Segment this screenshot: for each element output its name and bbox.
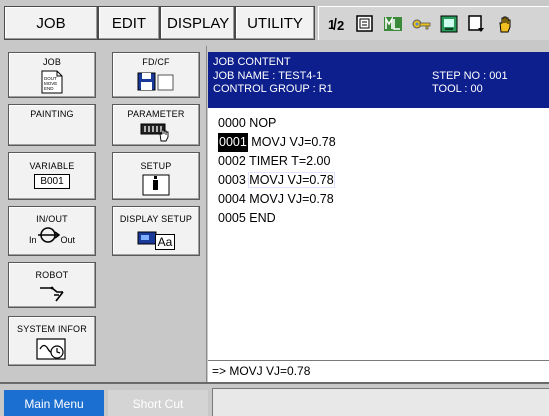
floppy-disk-icon (137, 72, 174, 91)
display-setup-menu-label: DISPLAY SETUP (119, 214, 193, 224)
line-number: 0005 (218, 211, 246, 225)
menu-utility-button[interactable]: UTILITY (235, 6, 315, 40)
robot-menu-button[interactable]: ROBOT (8, 262, 96, 308)
menu-display-button[interactable]: DISPLAY (160, 6, 235, 40)
inout-menu-button[interactable]: IN/OUT In Out (8, 206, 96, 256)
display-setup-menu-button[interactable]: DISPLAY SETUP Aa (112, 206, 200, 256)
step-no: STEP NO : 001 (432, 69, 508, 82)
line-number: 0004 (218, 192, 246, 206)
main-menu-button[interactable]: Main Menu (4, 390, 104, 416)
system-info-icon (36, 338, 66, 360)
line-number: 0002 (218, 154, 246, 168)
inout-menu-label: IN/OUT (36, 214, 68, 224)
job-document-icon: DOUT MOVE END (41, 70, 63, 94)
job-menu-label: JOB (42, 57, 62, 67)
status-display-icon[interactable] (355, 14, 375, 34)
variable-value-box: B001 (34, 174, 70, 189)
parameter-icon (140, 123, 169, 142)
setup-menu-label: SETUP (140, 161, 172, 171)
job-line[interactable]: 0005 END (218, 209, 336, 228)
line-instruction: MOVJ VJ=0.78 (251, 135, 336, 149)
painting-menu-label: PAINTING (30, 109, 74, 119)
line-number: 0000 (218, 116, 246, 130)
bottom-bar: Main Menu Short Cut (0, 382, 549, 416)
in-out-icon (37, 227, 60, 243)
menu-edit-button[interactable]: EDIT (98, 6, 160, 40)
tool-no: TOOL : 00 (432, 83, 483, 95)
job-content-header: JOB CONTENT JOB NAME : TEST4-1 STEP NO :… (208, 52, 549, 108)
job-line-cursor[interactable]: 0003 MOVJ VJ=0.78 (218, 171, 336, 190)
display-setup-icon: Aa (137, 226, 176, 250)
system-info-menu-button[interactable]: SYSTEM INFOR (8, 316, 96, 366)
painting-menu-button[interactable]: PAINTING (8, 104, 96, 146)
variable-menu-button[interactable]: VARIABLE B001 (8, 152, 96, 200)
line-number: 0003 (218, 173, 246, 187)
variable-menu-label: VARIABLE (29, 161, 75, 171)
next-page-icon[interactable] (467, 14, 487, 34)
line-instruction-cursor: MOVJ VJ=0.78 (249, 173, 334, 187)
font-aa-label: Aa (154, 234, 176, 250)
line-instruction: NOP (249, 116, 277, 130)
manual-speed-icon[interactable] (383, 14, 403, 34)
robot-group-icon[interactable]: 1 2 (327, 14, 347, 34)
in-label: In (28, 235, 37, 245)
setup-icon (142, 174, 170, 196)
line-instruction: MOVJ VJ=0.78 (249, 192, 334, 206)
input-buffer-line[interactable]: => MOVJ VJ=0.78 (208, 360, 549, 382)
screen-setup-icon (137, 231, 157, 245)
robot-arm-icon (40, 286, 64, 302)
job-name: JOB NAME : TEST4-1 (213, 69, 323, 82)
out-label: Out (60, 235, 76, 245)
inout-icon-row: In Out (29, 225, 75, 245)
job-content-title: JOB CONTENT (213, 56, 291, 68)
status-icon-strip: 1 2 (318, 6, 549, 40)
line-instruction: END (249, 211, 276, 225)
main-menu-panel: JOB DOUT MOVE END FD/CF PAINTING PARAMET… (0, 46, 207, 382)
fdcf-menu-button[interactable]: FD/CF (112, 52, 200, 98)
job-line-selected[interactable]: 0001 MOVJ VJ=0.78 (218, 133, 336, 152)
job-lines-list: 0000 NOP 0001 MOVJ VJ=0.78 0002 TIMER T=… (218, 114, 336, 228)
job-line[interactable]: 0004 MOVJ VJ=0.78 (218, 190, 336, 209)
system-info-menu-label: SYSTEM INFOR (17, 324, 87, 334)
line-number-selected: 0001 (218, 133, 248, 152)
job-icon-line-3: END (44, 86, 54, 91)
security-key-icon[interactable] (411, 14, 431, 34)
line-instruction: TIMER T=2.00 (249, 154, 331, 168)
parameter-menu-label: PARAMETER (127, 109, 185, 119)
svg-text:2: 2 (337, 18, 344, 33)
short-cut-button[interactable]: Short Cut (108, 390, 208, 416)
screen-icon[interactable] (439, 14, 459, 34)
job-content-panel: JOB CONTENT JOB NAME : TEST4-1 STEP NO :… (208, 52, 549, 382)
control-group: CONTROL GROUP : R1 (213, 83, 333, 95)
job-line[interactable]: 0002 TIMER T=2.00 (218, 152, 336, 171)
message-area (212, 388, 549, 416)
menu-job-button[interactable]: JOB (4, 6, 98, 40)
setup-menu-button[interactable]: SETUP (112, 152, 200, 200)
top-menu-bar: JOB EDIT DISPLAY UTILITY 1 2 (0, 0, 549, 46)
hand-icon[interactable] (495, 14, 515, 34)
job-menu-button[interactable]: JOB DOUT MOVE END (8, 52, 96, 98)
job-line[interactable]: 0000 NOP (218, 114, 336, 133)
parameter-menu-button[interactable]: PARAMETER (112, 104, 200, 146)
robot-menu-label: ROBOT (35, 270, 69, 280)
fdcf-menu-label: FD/CF (142, 57, 170, 67)
